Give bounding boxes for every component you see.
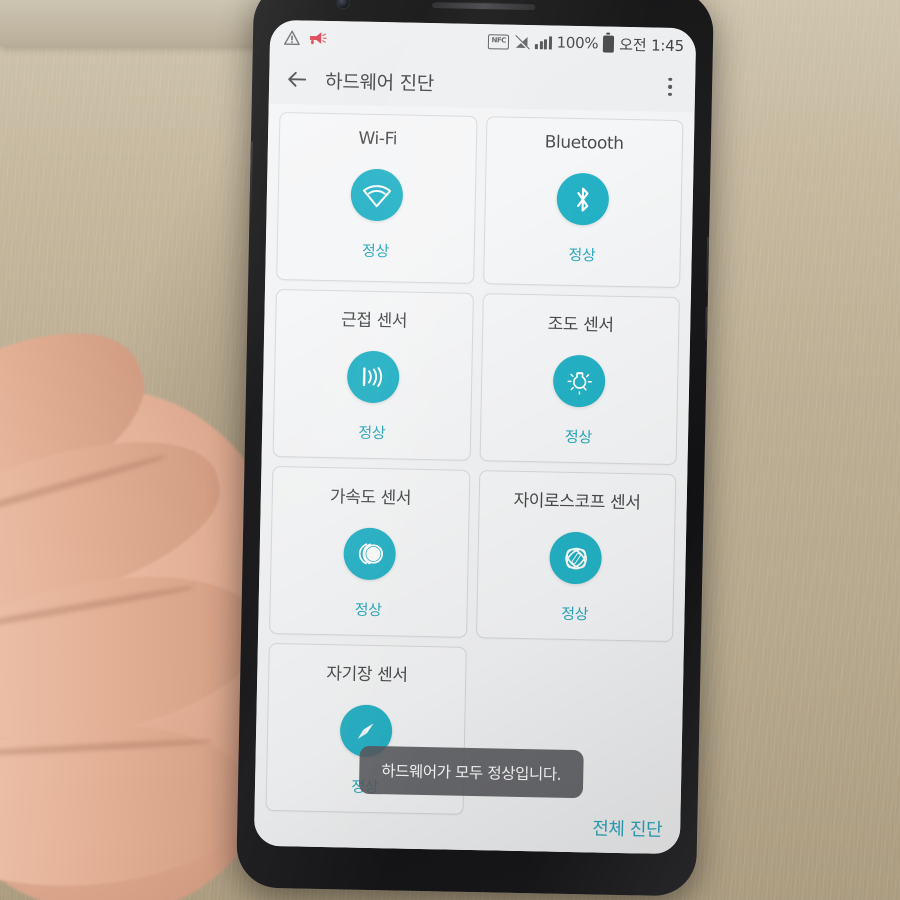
card-status: 정상 bbox=[564, 427, 592, 447]
diagnostics-grid: Wi-Fi 정상 Bluetooth 정상 근접 센서 정상 조도 센서 정상 … bbox=[253, 103, 695, 855]
card-title: 근접 센서 bbox=[340, 310, 408, 332]
nfc-icon: NFC bbox=[487, 33, 510, 50]
status-bar-right: NFC 100% 오전 1:45 bbox=[487, 31, 685, 56]
battery-icon bbox=[603, 34, 615, 53]
card-light-sensor[interactable]: 조도 센서 정상 bbox=[479, 293, 680, 466]
card-gyroscope[interactable]: 자이로스코프 센서 정상 bbox=[475, 470, 677, 643]
no-data-icon bbox=[514, 34, 530, 50]
back-arrow-icon[interactable] bbox=[285, 67, 309, 91]
app-bar: 하드웨어 진단 bbox=[268, 53, 696, 113]
card-wifi[interactable]: Wi-Fi 정상 bbox=[276, 112, 477, 284]
battery-percent-label: 100% bbox=[556, 33, 599, 53]
full-diagnosis-button[interactable]: 전체 진단 bbox=[590, 810, 665, 845]
signal-bars-icon bbox=[535, 35, 552, 49]
card-status: 정상 bbox=[561, 604, 589, 624]
card-title: 가속도 센서 bbox=[329, 487, 412, 509]
gyroscope-icon bbox=[549, 531, 603, 585]
wifi-icon bbox=[350, 168, 404, 222]
android-nav-bar bbox=[253, 853, 680, 855]
card-title: 자이로스코프 센서 bbox=[513, 490, 641, 514]
card-status: 정상 bbox=[361, 241, 390, 261]
card-title: Bluetooth bbox=[544, 132, 624, 154]
phone-screen: NFC 100% 오전 1:45 하드웨어 진단 Wi-Fi 정상 Blueto… bbox=[253, 19, 697, 855]
bluetooth-icon bbox=[556, 172, 610, 226]
status-bar-left bbox=[283, 30, 327, 46]
light-sensor-icon bbox=[552, 354, 606, 408]
earpiece-speaker bbox=[431, 1, 536, 11]
proximity-sensor-icon bbox=[346, 350, 400, 404]
phone-device: NFC 100% 오전 1:45 하드웨어 진단 Wi-Fi 정상 Blueto… bbox=[235, 0, 715, 897]
photo-scene: NFC 100% 오전 1:45 하드웨어 진단 Wi-Fi 정상 Blueto… bbox=[0, 0, 900, 900]
card-status: 정상 bbox=[354, 600, 382, 620]
megaphone-icon bbox=[309, 31, 327, 44]
card-proximity-sensor[interactable]: 근접 센서 정상 bbox=[272, 288, 474, 461]
accelerometer-icon bbox=[342, 527, 396, 581]
card-title: 자기장 센서 bbox=[326, 664, 408, 686]
card-status: 정상 bbox=[358, 423, 386, 443]
card-accelerometer[interactable]: 가속도 센서 정상 bbox=[269, 465, 470, 638]
page-title: 하드웨어 진단 bbox=[324, 70, 435, 95]
card-bluetooth[interactable]: Bluetooth 정상 bbox=[482, 116, 684, 289]
overflow-menu-icon[interactable] bbox=[659, 74, 682, 100]
toast-message: 하드웨어가 모두 정상입니다. bbox=[358, 745, 584, 799]
status-bar-clock: 오전 1:45 bbox=[619, 35, 685, 55]
card-title: Wi-Fi bbox=[358, 128, 398, 150]
front-camera bbox=[337, 0, 349, 9]
warning-triangle-icon bbox=[283, 30, 300, 45]
card-status: 정상 bbox=[568, 245, 596, 265]
card-title: 조도 센서 bbox=[547, 314, 614, 336]
